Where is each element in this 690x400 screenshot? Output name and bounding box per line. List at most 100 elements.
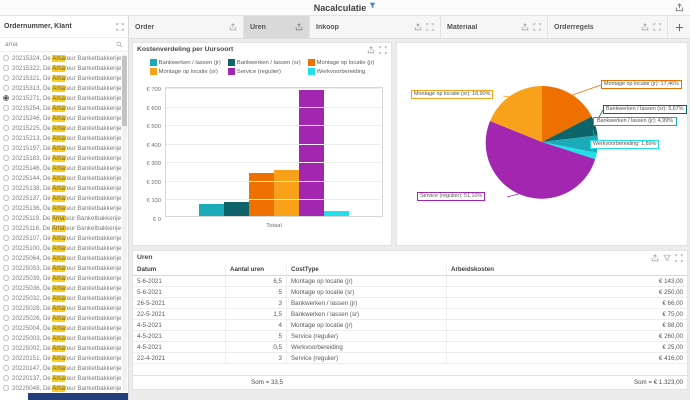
column-header[interactable]: Arbeidskosten (447, 264, 687, 275)
tab-orderregels[interactable]: Orderregels (548, 16, 668, 38)
radio-icon[interactable] (3, 65, 9, 71)
fullscreen-icon[interactable] (426, 23, 434, 31)
radio-icon[interactable] (3, 75, 9, 81)
export-icon[interactable] (651, 254, 659, 262)
list-item[interactable]: 20225146, De Amateur Banketbakkerijen B. (0, 163, 121, 173)
list-item[interactable]: 20225053, De Amateur Banketbakkerijen B. (0, 263, 121, 273)
bar-service-regulier[interactable] (299, 90, 324, 216)
list-item[interactable]: 20225064, De Amateur Banketbakkerijen B. (0, 253, 121, 263)
radio-icon[interactable] (3, 285, 9, 291)
table-row[interactable]: 26-5-20213Bankwerken / lassen (jr)€ 66,0… (133, 298, 687, 309)
list-item[interactable]: 20220137, De Amateur Banketbakkerijen B. (0, 373, 121, 383)
fullscreen-icon[interactable] (675, 254, 683, 262)
column-header[interactable]: Aantal uren (226, 264, 287, 275)
table-row[interactable]: 22-5-20211,5Bankwerken / lassen (sr)€ 75… (133, 309, 687, 320)
bar-montage-op-locatie-jr[interactable] (249, 173, 274, 216)
table-row[interactable]: 5-6-20216,5Montage op locatie (jr)€ 143,… (133, 276, 687, 287)
search-icon[interactable] (116, 41, 123, 48)
table-row[interactable]: 5-6-20215Montage op locatie (sr)€ 250,00 (133, 287, 687, 298)
list-item[interactable]: 20225032, De Amateur Banketbakkerijen B. (0, 293, 121, 303)
radio-icon[interactable] (3, 165, 9, 171)
radio-icon[interactable] (3, 305, 9, 311)
tab-order[interactable]: Order (129, 16, 244, 38)
legend-item[interactable]: Bankwerken / lassen (sr) (228, 59, 301, 66)
export-icon[interactable] (675, 3, 684, 12)
table-row[interactable]: 4-5-20215Service (regulier)€ 260,00 (133, 331, 687, 342)
list-item[interactable]: 20215271, De Amateur Banketbakkerijen B. (0, 93, 121, 103)
radio-icon[interactable] (3, 345, 9, 351)
filter-icon[interactable] (369, 2, 376, 9)
list-item[interactable]: 20215246, De Amateur Banketbakkerijen B. (0, 113, 121, 123)
radio-icon[interactable] (3, 95, 9, 101)
list-item[interactable]: 20225107, De Amateur Banketbakkerijen B. (0, 233, 121, 243)
radio-icon[interactable] (3, 225, 9, 231)
list-item[interactable]: 20215313, De Amateur Banketbakkerijen B. (0, 83, 121, 93)
radio-icon[interactable] (3, 255, 9, 261)
left-panel-scrollbar[interactable] (28, 393, 128, 400)
radio-icon[interactable] (3, 295, 9, 301)
list-item[interactable]: 20225004, De Amateur Banketbakkerijen B. (0, 323, 121, 333)
fullscreen-icon[interactable] (653, 23, 661, 31)
radio-icon[interactable] (3, 155, 9, 161)
tab-inkoop[interactable]: Inkoop (310, 16, 441, 38)
list-item[interactable]: 20225136, De Amateur Banketbakkerijen B. (0, 203, 121, 213)
radio-icon[interactable] (3, 115, 9, 121)
list-item[interactable]: 20225137, De Amateur Banketbakkerijen B. (0, 193, 121, 203)
list-item[interactable]: 20225100, De Amateur Banketbakkerijen B. (0, 243, 121, 253)
list-item[interactable]: 20220147, De Amateur Banketbakkerijen B. (0, 363, 121, 373)
legend-item[interactable]: Service (regulier) (228, 68, 301, 75)
bar-montage-op-locatie-sr[interactable] (274, 170, 299, 216)
radio-icon[interactable] (3, 145, 9, 151)
list-item[interactable]: 20225028, De Amateur Banketbakkerijen B. (0, 303, 121, 313)
list-item[interactable]: 20225002, De Amateur Banketbakkerijen B. (0, 343, 121, 353)
fullscreen-icon[interactable] (116, 23, 124, 31)
list-scrollbar[interactable] (122, 54, 127, 391)
export-icon[interactable] (367, 46, 375, 54)
legend-item[interactable]: Bankwerken / lassen (jr) (150, 59, 221, 66)
table-row[interactable]: 4-5-20214Montage op locatie (jr)€ 88,00 (133, 320, 687, 331)
bar-bankwerken-lassen-sr[interactable] (224, 202, 249, 216)
fullscreen-icon[interactable] (533, 23, 541, 31)
radio-icon[interactable] (3, 195, 9, 201)
list-item[interactable]: 20215254, De Amateur Banketbakkerijen B. (0, 103, 121, 113)
bar-bankwerken-lassen-jr[interactable] (199, 204, 224, 216)
radio-icon[interactable] (3, 315, 9, 321)
radio-icon[interactable] (3, 325, 9, 331)
list-item[interactable]: 20220151, De Amateur Banketbakkerijen B. (0, 353, 121, 363)
table-row[interactable]: 4-5-20210,5Werkvoorbereiding€ 25,00 (133, 342, 687, 353)
list-item[interactable]: 20215197, De Amateur Banketbakkerijen B. (0, 143, 121, 153)
radio-icon[interactable] (3, 105, 9, 111)
radio-icon[interactable] (3, 265, 9, 271)
column-header[interactable]: Datum (133, 264, 226, 275)
list-item[interactable]: 20215183, De Amateur Banketbakkerijen B. (0, 153, 121, 163)
export-icon[interactable] (414, 23, 422, 31)
radio-icon[interactable] (3, 175, 9, 181)
radio-icon[interactable] (3, 135, 9, 141)
radio-icon[interactable] (3, 205, 9, 211)
list-item[interactable]: 20215225, De Amateur Banketbakkerijen B. (0, 123, 121, 133)
radio-icon[interactable] (3, 335, 9, 341)
export-icon[interactable] (641, 23, 649, 31)
list-item[interactable]: 20225003, De Amateur Banketbakkerijen B. (0, 333, 121, 343)
list-item[interactable]: 20215213, De Amateur Banketbakkerijen B. (0, 133, 121, 143)
legend-item[interactable]: Montage op locatie (sr) (150, 68, 221, 75)
list-item[interactable]: 20225039, De Amateur Banketbakkerijen B. (0, 273, 121, 283)
filter-icon[interactable] (663, 254, 671, 262)
list-item[interactable]: 20220048, De Amateur Banketbakkerijen B. (0, 383, 121, 392)
list-item[interactable]: 20215324, De Amateur Banketbakkerijen B. (0, 53, 121, 63)
radio-icon[interactable] (3, 235, 9, 241)
list-item[interactable]: 20225116, De Amateur Banketbakkerijen B. (0, 223, 121, 233)
radio-icon[interactable] (3, 375, 9, 381)
fullscreen-icon[interactable] (379, 46, 387, 54)
list-item[interactable]: 20225119, De Amateur Banketbakkerijen B. (0, 213, 121, 223)
radio-icon[interactable] (3, 385, 9, 391)
table-row[interactable]: 22-4-20213Service (regulier)€ 416,00 (133, 353, 687, 364)
radio-icon[interactable] (3, 55, 9, 61)
export-icon[interactable] (229, 23, 237, 31)
list-item[interactable]: 20225026, De Amateur Banketbakkerijen B. (0, 313, 121, 323)
bar-werkvoorbereiding[interactable] (324, 211, 349, 216)
export-icon[interactable] (521, 23, 529, 31)
radio-icon[interactable] (3, 185, 9, 191)
list-item[interactable]: 20225036, De Amateur Banketbakkerijen B. (0, 283, 121, 293)
list-item[interactable]: 20215321, De Amateur Banketbakkerijen B. (0, 73, 121, 83)
